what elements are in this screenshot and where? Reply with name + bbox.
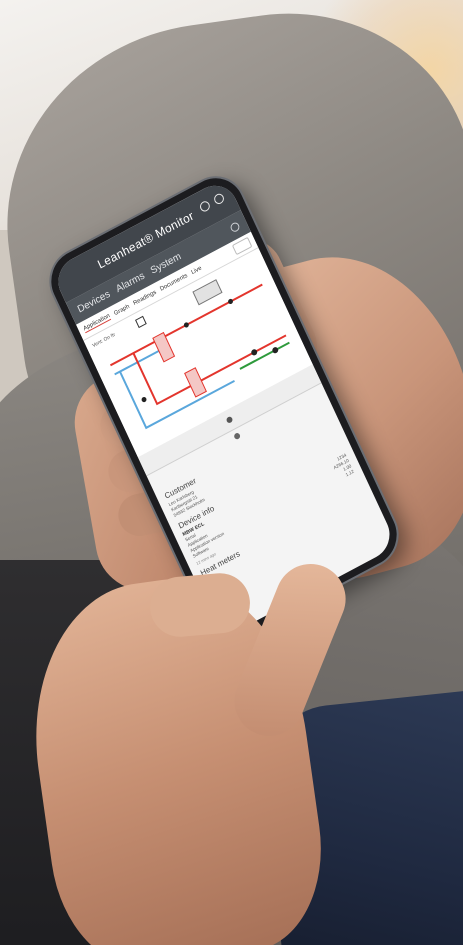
pump bbox=[272, 347, 279, 354]
valve bbox=[141, 396, 147, 403]
nav-icons bbox=[228, 220, 241, 233]
valve bbox=[183, 322, 189, 328]
return-line-top bbox=[114, 347, 165, 376]
controller-box bbox=[135, 315, 147, 329]
pager-dot[interactable] bbox=[225, 415, 234, 424]
heat-exchanger-lower bbox=[184, 367, 207, 398]
boiler-unit bbox=[192, 279, 223, 306]
photo-scene: Leanheat® Monitor Devices Alarms System … bbox=[0, 0, 463, 945]
pump bbox=[251, 349, 258, 356]
valve bbox=[228, 298, 233, 305]
return-line-lower bbox=[119, 371, 235, 430]
tab-live[interactable]: Live bbox=[190, 265, 202, 276]
settings-icon[interactable] bbox=[198, 199, 212, 214]
notification-icon[interactable] bbox=[228, 220, 241, 233]
heat-exchanger-top bbox=[152, 331, 176, 363]
header-icons bbox=[198, 191, 226, 214]
user-icon[interactable] bbox=[212, 191, 226, 206]
info-icon[interactable] bbox=[233, 432, 242, 441]
tab-graph[interactable]: Graph bbox=[113, 303, 130, 316]
